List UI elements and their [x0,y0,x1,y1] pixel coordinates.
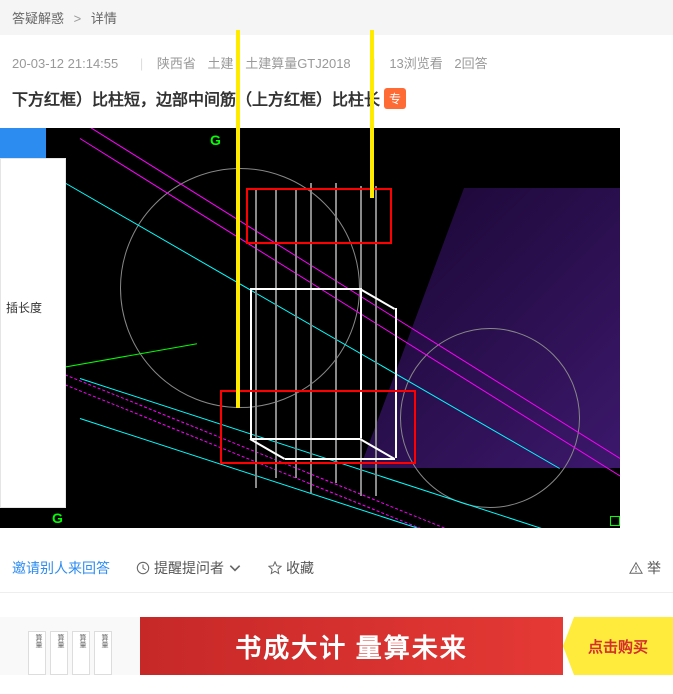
banner-books: 算量 算量 算量 算量 [0,617,140,675]
red-annotation-box-bottom [220,390,416,464]
axis-label-g: G [52,510,63,526]
banner-slogan: 书成大计 量算未来 [140,617,563,675]
expert-badge: 专 [384,88,406,109]
breadcrumb-separator: > [74,11,82,26]
banner-cta-button[interactable]: 点击购买 [563,617,673,675]
book-spine: 算量 [50,631,68,675]
province-tag[interactable]: 陕西省 [157,56,196,71]
star-icon [268,561,282,575]
book-spine: 算量 [28,631,46,675]
divider: | [140,56,143,71]
promo-banner[interactable]: 算量 算量 算量 算量 书成大计 量算未来 点击购买 [0,617,673,675]
question-title: 下方红框）比柱短，边部中间筋（上方红框）比柱长 专 [0,82,673,128]
side-panel: 插长度 [0,158,66,508]
answer-count: 2回答 [454,56,487,71]
report-button[interactable]: 举 [629,558,661,578]
meta-row: 20-03-12 21:14:55 | 陕西省 土建 土建算量GTJ2018 |… [0,35,673,82]
selection-handle [610,516,620,526]
warning-icon [629,561,643,575]
chevron-down-icon [228,561,242,575]
blue-panel-header [0,128,46,158]
yellow-marker [236,128,240,408]
favorite-button[interactable]: 收藏 [268,558,314,578]
title-text: 下方红框）比柱短，边部中间筋（上方红框）比柱长 [12,86,380,110]
software-tag[interactable]: 土建算量GTJ2018 [245,56,350,71]
post-datetime: 20-03-12 21:14:55 [12,56,118,71]
invite-answer-button[interactable]: 邀请别人来回答 [12,558,110,578]
cube-edge [250,288,360,290]
report-label: 举 [647,558,661,578]
action-bar: 邀请别人来回答 提醒提问者 收藏 举 [0,528,673,593]
book-spine: 算量 [94,631,112,675]
view-count: 13浏览看 [389,56,442,71]
category-tag[interactable]: 土建 [208,56,234,71]
clock-icon [136,561,150,575]
axis-label-g: G [210,132,221,148]
yellow-marker-overlay [370,30,374,140]
breadcrumb-item[interactable]: 答疑解惑 [12,11,64,26]
remind-label: 提醒提问者 [154,558,224,578]
breadcrumb: 答疑解惑 > 详情 [0,0,673,35]
remind-asker-button[interactable]: 提醒提问者 [136,558,242,578]
breadcrumb-item: 详情 [91,11,117,26]
question-image[interactable]: G G 插长度 [0,128,620,528]
favorite-label: 收藏 [286,558,314,578]
panel-label: 插长度 [6,299,42,316]
yellow-marker-overlay [236,30,240,140]
book-spine: 算量 [72,631,90,675]
